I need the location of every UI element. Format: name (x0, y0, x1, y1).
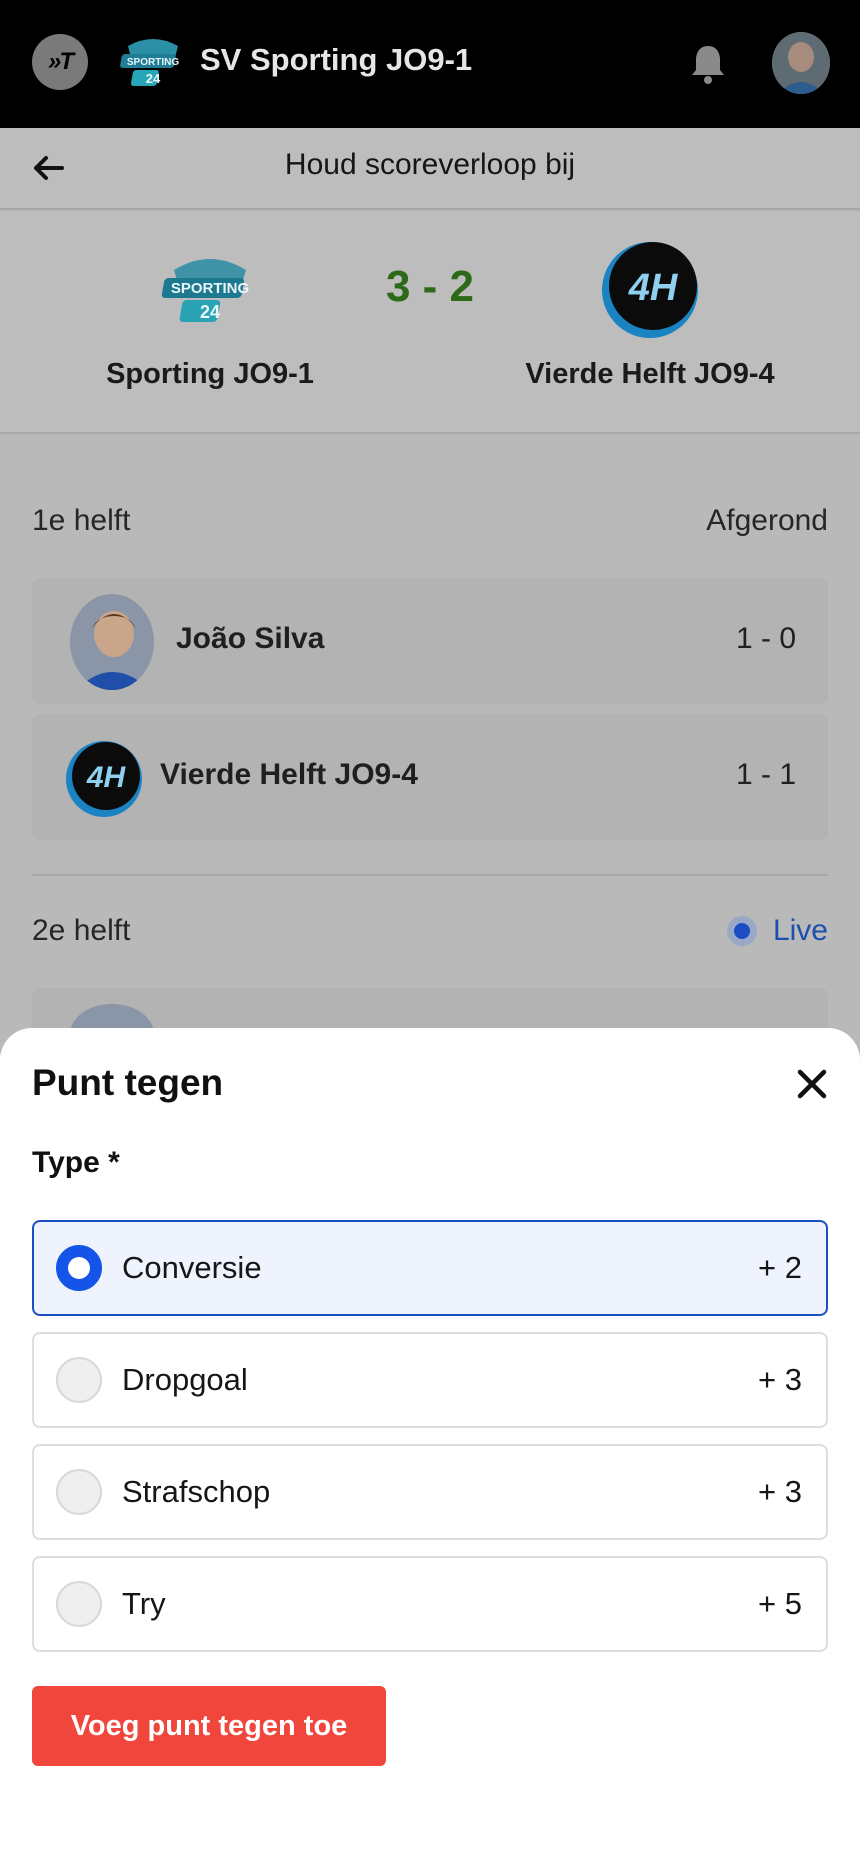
event-score: 1 - 0 (735, 622, 796, 655)
home-team-name: Sporting JO9-1 (106, 358, 314, 390)
away-team-logo: 4H (602, 242, 698, 338)
type-field-label: Type * (32, 1146, 120, 1179)
club-name[interactable]: SV Sporting JO9-1 (200, 42, 472, 78)
radio-button[interactable] (56, 1581, 102, 1627)
live-status: Live (726, 914, 828, 948)
submit-button[interactable]: Voeg punt tegen toe (32, 1686, 386, 1766)
score-event-row[interactable]: 4H Vierde Helft JO9-4 1 - 1 (32, 714, 828, 840)
home-team-logo: SPORTING 24 (161, 259, 249, 322)
option-strafschop[interactable]: Strafschop + 3 (32, 1444, 828, 1540)
event-score: 1 - 1 (735, 758, 796, 791)
svg-text:24: 24 (146, 71, 161, 86)
section-divider (32, 874, 828, 876)
option-points: + 3 (758, 1474, 802, 1509)
match-score: 3 - 2 (385, 262, 475, 311)
option-points: + 3 (758, 1362, 802, 1397)
option-label: Try (122, 1586, 166, 1621)
first-half-label: 1e helft (32, 504, 131, 537)
option-label: Conversie (122, 1250, 262, 1285)
option-dropgoal[interactable]: Dropgoal + 3 (32, 1332, 828, 1428)
score-event-row[interactable]: João Silva 1 - 0 (32, 578, 828, 704)
svg-text:SPORTING: SPORTING (171, 280, 249, 297)
event-player-name: João Silva (176, 622, 325, 655)
event-team-name: Vierde Helft JO9-4 (160, 758, 418, 791)
live-dot-icon (726, 916, 757, 946)
second-half-label: 2e helft (32, 914, 131, 947)
player-avatar (70, 594, 154, 690)
close-icon[interactable] (792, 1064, 832, 1104)
radio-button[interactable] (56, 1357, 102, 1403)
first-half-status: Afgerond (706, 504, 828, 537)
club-logo-icon: SPORTING 24 (120, 39, 179, 86)
svg-text:24: 24 (200, 302, 220, 322)
away-team-name: Vierde Helft JO9-4 (525, 358, 775, 390)
radio-button[interactable] (56, 1469, 102, 1515)
svg-text:4H: 4H (628, 267, 679, 309)
live-label: Live (772, 914, 828, 947)
sheet-title: Punt tegen (32, 1062, 224, 1103)
bell-icon[interactable] (688, 42, 728, 86)
page-title: Houd scoreverloop bij (284, 148, 576, 181)
option-conversie[interactable]: Conversie + 2 (32, 1220, 828, 1316)
app-logo[interactable]: »T (32, 34, 88, 90)
opponent-logo: 4H (66, 741, 142, 817)
svg-text:SPORTING: SPORTING (127, 57, 179, 68)
user-avatar[interactable] (772, 32, 830, 94)
score-card (0, 212, 860, 434)
radio-button[interactable] (56, 1245, 102, 1291)
option-try[interactable]: Try + 5 (32, 1556, 828, 1652)
option-label: Dropgoal (122, 1362, 248, 1397)
option-points: + 5 (758, 1586, 802, 1621)
app-header: »T SPORTING 24 SV Sporting JO9-1 (0, 0, 860, 128)
option-label: Strafschop (122, 1474, 271, 1509)
svg-text:4H: 4H (86, 761, 127, 794)
option-points: + 2 (758, 1250, 802, 1285)
